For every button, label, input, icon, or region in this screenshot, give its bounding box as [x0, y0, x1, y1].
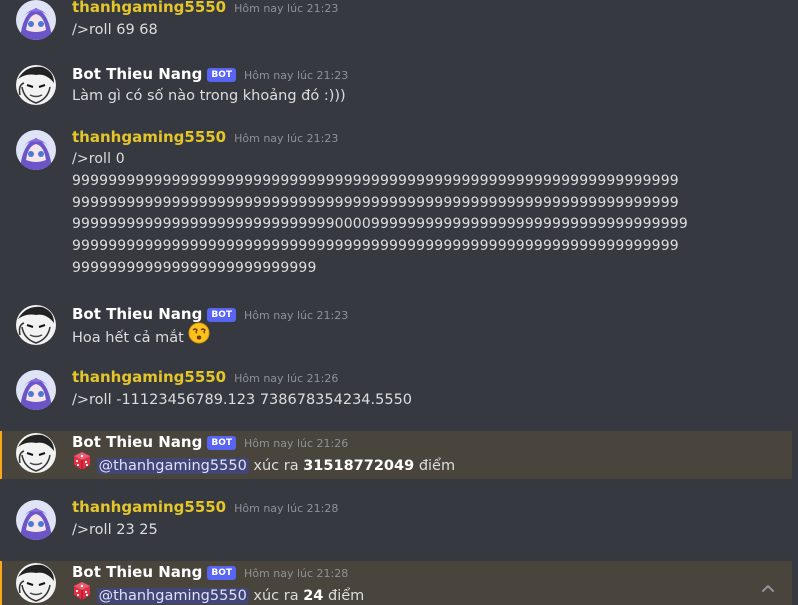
message-text: @thanhgaming5550 xúc ra 31518772049 điểm [72, 451, 456, 478]
message-line: 9999999999999999999999999999999999999999… [72, 238, 679, 255]
message-text: />roll 23 25 [72, 522, 158, 538]
message-line: 999999999999999999999999999 [72, 259, 317, 276]
avatar[interactable] [16, 563, 56, 603]
bot-badge: BOT [207, 68, 237, 82]
username[interactable]: thanhgaming5550 [72, 368, 226, 386]
username[interactable]: Bot Thieu Nang [72, 305, 202, 323]
message-header: thanhgaming5550 Hôm nay lúc 21:26 [72, 368, 338, 388]
username[interactable]: thanhgaming5550 [72, 0, 226, 16]
user-mention[interactable]: @thanhgaming5550 [96, 458, 249, 474]
message-highlighted: Bot Thieu Nang BOT Hôm nay lúc 21:26 @th… [0, 431, 792, 479]
timestamp: Hôm nay lúc 21:23 [234, 132, 339, 145]
message-text: />roll 69 68 [72, 22, 158, 38]
timestamp: Hôm nay lúc 21:26 [234, 372, 339, 385]
message-text: />roll 0 9999999999999999999999999999999… [72, 149, 688, 280]
timestamp: Hôm nay lúc 21:28 [244, 567, 349, 580]
roll-text: xúc ra [253, 588, 299, 604]
avatar[interactable] [16, 65, 56, 105]
bot-badge: BOT [207, 566, 237, 580]
message-text: />roll -11123456789.123 738678354234.555… [72, 392, 413, 408]
chevron-up-icon[interactable] [758, 578, 778, 598]
username[interactable]: Bot Thieu Nang [72, 433, 202, 451]
message-line: 9999999999999999999999999999999999999999… [72, 194, 679, 211]
message-header: Bot Thieu Nang BOT Hôm nay lúc 21:26 [72, 433, 348, 453]
username[interactable]: thanhgaming5550 [72, 128, 226, 146]
avatar[interactable] [16, 305, 56, 345]
timestamp: Hôm nay lúc 21:23 [244, 309, 349, 322]
message-header: thanhgaming5550 Hôm nay lúc 21:28 [72, 498, 338, 518]
avatar[interactable] [16, 0, 56, 40]
game-die-emoji [72, 581, 92, 605]
message-line: />roll 0 [72, 151, 125, 167]
username[interactable]: Bot Thieu Nang [72, 563, 202, 581]
roll-value: 24 [303, 588, 324, 604]
message-header: thanhgaming5550 Hôm nay lúc 21:23 [72, 0, 338, 18]
dizzy-face-emoji [188, 322, 210, 351]
username[interactable]: Bot Thieu Nang [72, 65, 202, 83]
timestamp: Hôm nay lúc 21:23 [244, 69, 349, 82]
message-header: thanhgaming5550 Hôm nay lúc 21:23 [72, 128, 338, 148]
roll-text: xúc ra [253, 458, 299, 474]
message-text: Làm gì có số nào trong khoảng đó :))) [72, 88, 346, 104]
avatar[interactable] [16, 130, 56, 170]
message: Bot Thieu Nang BOT Hôm nay lúc 21:23 Làm… [0, 59, 792, 119]
avatar[interactable] [16, 370, 56, 410]
timestamp: Hôm nay lúc 21:26 [244, 437, 349, 450]
message: thanhgaming5550 Hôm nay lúc 21:26 />roll… [0, 364, 792, 424]
game-die-emoji [72, 451, 92, 478]
avatar[interactable] [16, 433, 56, 473]
message-header: Bot Thieu Nang BOT Hôm nay lúc 21:23 [72, 65, 348, 85]
user-mention[interactable]: @thanhgaming5550 [96, 588, 249, 604]
message: thanhgaming5550 Hôm nay lúc 21:23 />roll… [0, 124, 792, 284]
roll-unit: điểm [328, 588, 365, 604]
bot-badge: BOT [207, 308, 237, 322]
message-text: Hoa hết cả mắt [72, 322, 210, 351]
timestamp: Hôm nay lúc 21:28 [234, 502, 339, 515]
message-text: @thanhgaming5550 xúc ra 24 điểm [72, 581, 365, 605]
message-header: Bot Thieu Nang BOT Hôm nay lúc 21:28 [72, 563, 348, 583]
avatar[interactable] [16, 500, 56, 540]
message: thanhgaming5550 Hôm nay lúc 21:28 />roll… [0, 494, 792, 554]
message-line: 9999999999999999999999999999999999999999… [72, 172, 679, 189]
chat-messages: thanhgaming5550 Hôm nay lúc 21:23 />roll… [0, 0, 798, 605]
timestamp: Hôm nay lúc 21:23 [234, 2, 339, 15]
message: thanhgaming5550 Hôm nay lúc 21:23 />roll… [0, 0, 792, 54]
roll-unit: điểm [418, 458, 456, 474]
username[interactable]: thanhgaming5550 [72, 498, 226, 516]
message-text-body: Hoa hết cả mắt [72, 330, 184, 346]
message-highlighted: Bot Thieu Nang BOT Hôm nay lúc 21:28 @th… [0, 561, 792, 605]
bot-badge: BOT [207, 436, 237, 450]
message-line: 9999999999999999999999999999900009999999… [72, 216, 688, 233]
message: Bot Thieu Nang BOT Hôm nay lúc 21:23 Hoa… [0, 299, 792, 359]
roll-value: 31518772049 [303, 458, 415, 474]
